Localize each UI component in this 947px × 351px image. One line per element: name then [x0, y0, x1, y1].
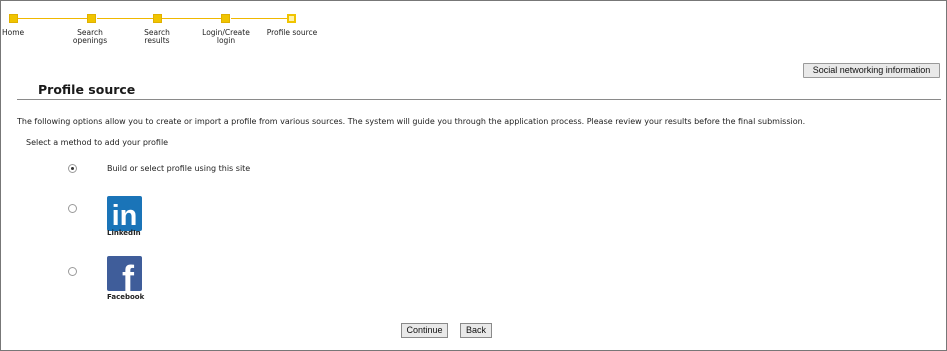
intro-text: The following options allow you to creat…	[17, 117, 806, 126]
title-divider	[17, 99, 941, 100]
progress-connector	[97, 18, 153, 19]
progress-step-search-results[interactable]	[153, 14, 162, 23]
linkedin-radio[interactable]	[68, 204, 77, 213]
svg-text:f: f	[122, 258, 135, 291]
progress-step-home[interactable]	[9, 14, 18, 23]
site-profile-label: Build or select profile using this site	[107, 164, 251, 173]
facebook-icon[interactable]: f	[107, 256, 142, 299]
facebook-caption: Facebook	[107, 293, 145, 301]
svg-text:in: in	[112, 200, 138, 231]
linkedin-icon[interactable]: in	[107, 196, 142, 232]
progress-step-profile-source	[287, 14, 296, 23]
method-prompt: Select a method to add your profile	[26, 138, 169, 147]
progress-step-login[interactable]	[221, 14, 230, 23]
site-profile-radio[interactable]	[68, 164, 77, 173]
progress-step-label: Login/Create login	[202, 28, 250, 45]
linkedin-caption: LinkedIn	[107, 229, 141, 237]
progress-step-label: Profile source	[266, 28, 318, 37]
progress-step-search-openings[interactable]	[87, 14, 96, 23]
progress-connector	[17, 18, 88, 19]
back-button[interactable]: Back	[460, 323, 492, 338]
facebook-radio[interactable]	[68, 267, 77, 276]
progress-step-label: Home	[2, 28, 25, 37]
continue-button[interactable]: Continue	[401, 323, 448, 338]
progress-step-label: Search openings	[72, 28, 108, 45]
progress-step-label: Search results	[144, 28, 170, 45]
progress-connector	[161, 18, 222, 19]
progress-connector	[231, 18, 288, 19]
page-title: Profile source	[38, 82, 136, 97]
social-networking-button[interactable]: Social networking information	[803, 63, 940, 78]
